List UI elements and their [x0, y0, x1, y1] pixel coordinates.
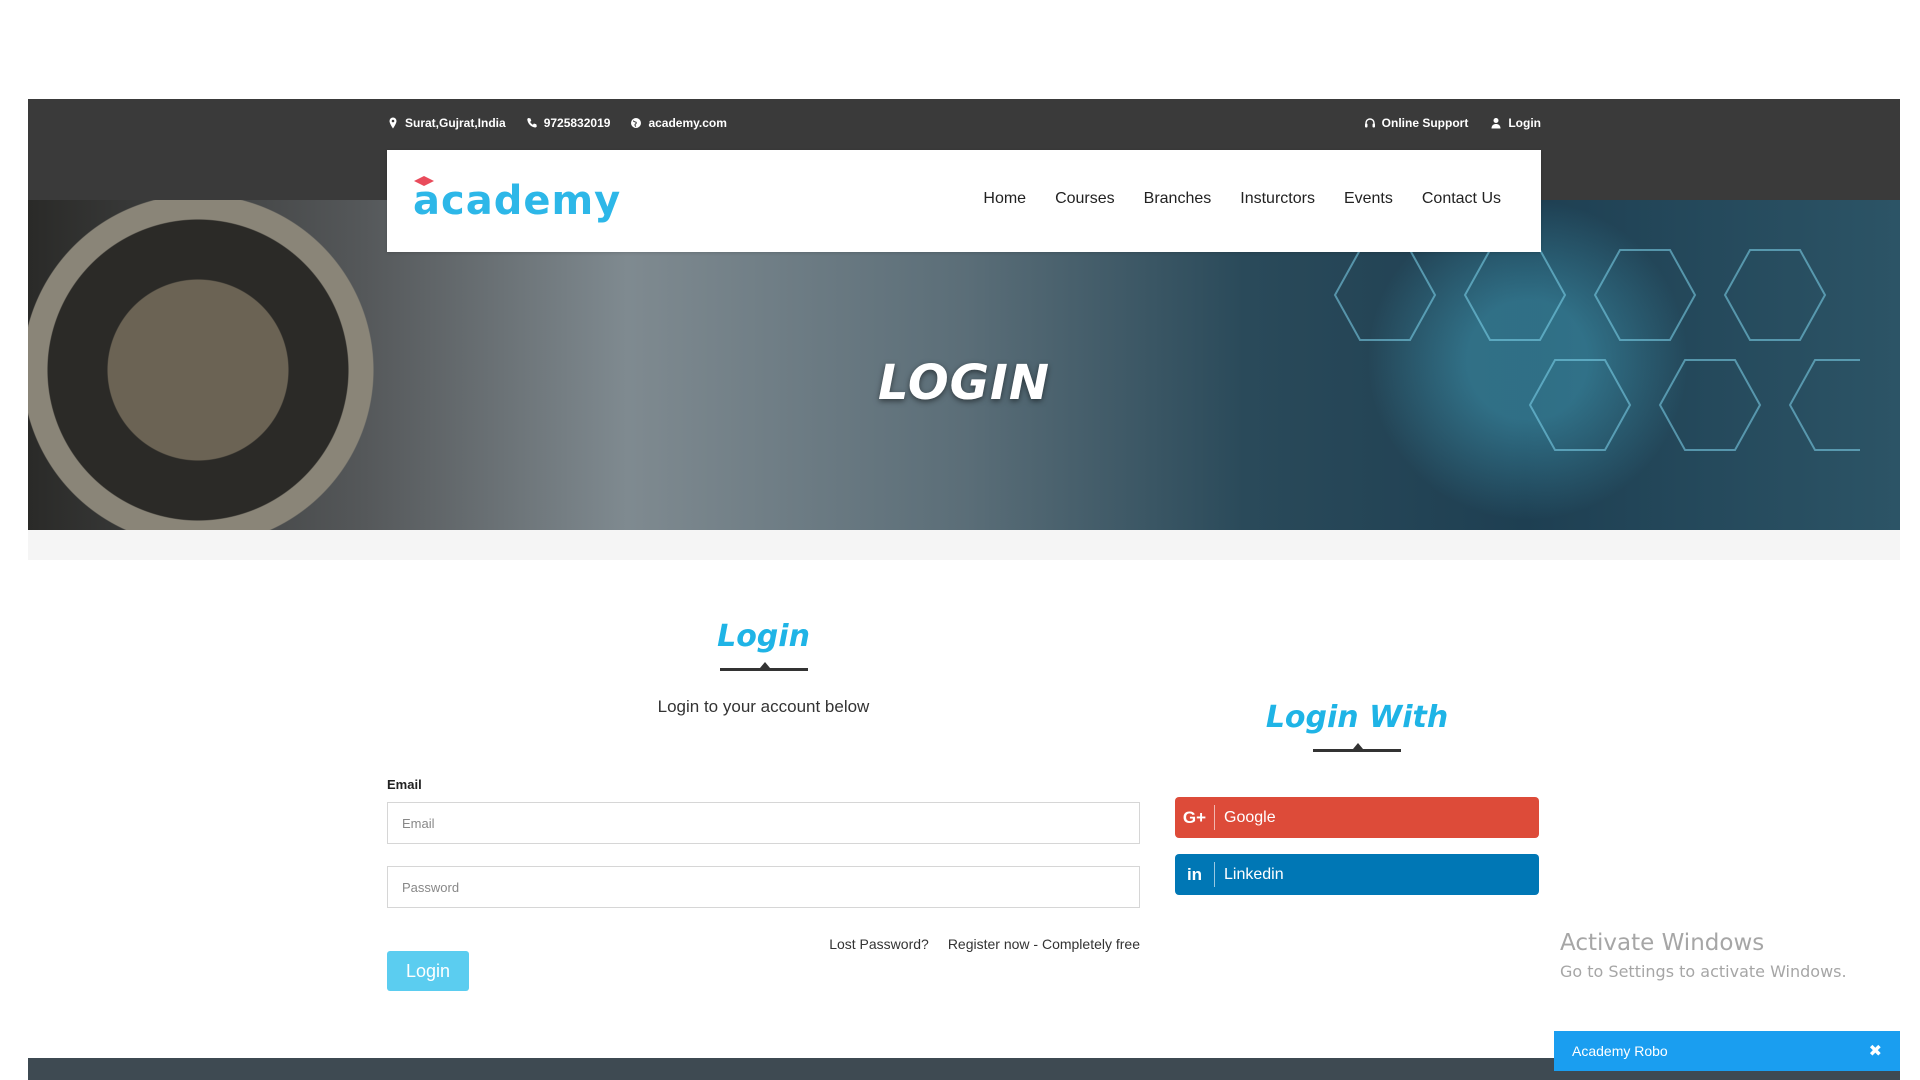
main-nav: Home Courses Branches Insturctors Events…: [983, 190, 1501, 208]
chat-widget[interactable]: Academy Robo ✖: [1554, 1031, 1900, 1071]
activate-windows-watermark: Activate Windows Go to Settings to activ…: [1560, 930, 1847, 981]
lost-password-link[interactable]: Lost Password?: [829, 936, 929, 952]
heading-underline: [719, 662, 808, 671]
login-button[interactable]: Login: [387, 951, 469, 991]
user-icon: [1491, 118, 1501, 129]
login-heading: Login: [717, 619, 810, 654]
section-divider: [28, 530, 1900, 560]
nav-instructors[interactable]: Insturctors: [1240, 190, 1315, 208]
login-subtitle: Login to your account below: [657, 697, 870, 716]
main-header: academy Home Courses Branches Insturctor…: [387, 150, 1541, 252]
banner-title: LOGIN: [877, 355, 1051, 411]
nav-courses[interactable]: Courses: [1055, 190, 1115, 208]
phone-icon: [526, 118, 537, 128]
top-login-text: Login: [1508, 116, 1541, 130]
google-login-button[interactable]: G+ Google: [1175, 797, 1539, 838]
nav-events[interactable]: Events: [1344, 190, 1393, 208]
nav-home[interactable]: Home: [983, 190, 1026, 208]
top-actions: Online Support Login: [1364, 114, 1541, 132]
phone-item: 9725832019: [526, 116, 611, 130]
logo-text: academy: [413, 178, 622, 224]
online-support-link[interactable]: Online Support: [1364, 116, 1469, 130]
website-text: academy.com: [648, 116, 727, 130]
form-links: Lost Password? Register now - Completely…: [829, 936, 1140, 952]
nav-branches[interactable]: Branches: [1144, 190, 1212, 208]
password-input[interactable]: [387, 866, 1140, 908]
phone-text: 9725832019: [543, 116, 611, 130]
map-pin-icon: [389, 117, 397, 129]
watermark-line-2: Go to Settings to activate Windows.: [1560, 962, 1847, 981]
contact-info: Surat,Gujrat,India 9725832019 academy.co…: [387, 114, 727, 132]
website-item: academy.com: [630, 116, 727, 130]
social-heading-underline: [1313, 743, 1401, 752]
watermark-line-1: Activate Windows: [1560, 930, 1765, 956]
register-link[interactable]: Register now - Completely free: [948, 936, 1140, 952]
headset-icon: [1364, 118, 1375, 128]
google-plus-icon: G+: [1175, 805, 1215, 830]
login-with-heading: Login With: [1265, 700, 1449, 735]
email-input[interactable]: [387, 802, 1140, 844]
online-support-text: Online Support: [1381, 116, 1469, 130]
linkedin-icon: in: [1175, 862, 1215, 887]
top-login-link[interactable]: Login: [1490, 116, 1541, 130]
social-login: Login With G+ Google in Linkedin: [1175, 700, 1539, 895]
login-form: Login Login to your account below Email …: [387, 619, 1140, 991]
google-label: Google: [1224, 808, 1276, 826]
email-label: Email: [387, 777, 422, 792]
location-item: Surat,Gujrat,India: [387, 116, 506, 130]
linkedin-label: Linkedin: [1224, 865, 1284, 883]
globe-icon: [631, 118, 642, 128]
chat-label: Academy Robo: [1572, 1043, 1668, 1059]
nav-contact-us[interactable]: Contact Us: [1422, 190, 1501, 208]
location-text: Surat,Gujrat,India: [405, 116, 506, 130]
close-icon[interactable]: ✖: [1869, 1041, 1882, 1061]
linkedin-login-button[interactable]: in Linkedin: [1175, 854, 1539, 895]
academy-logo[interactable]: academy: [413, 176, 622, 224]
graduation-cap-icon: [414, 176, 434, 186]
